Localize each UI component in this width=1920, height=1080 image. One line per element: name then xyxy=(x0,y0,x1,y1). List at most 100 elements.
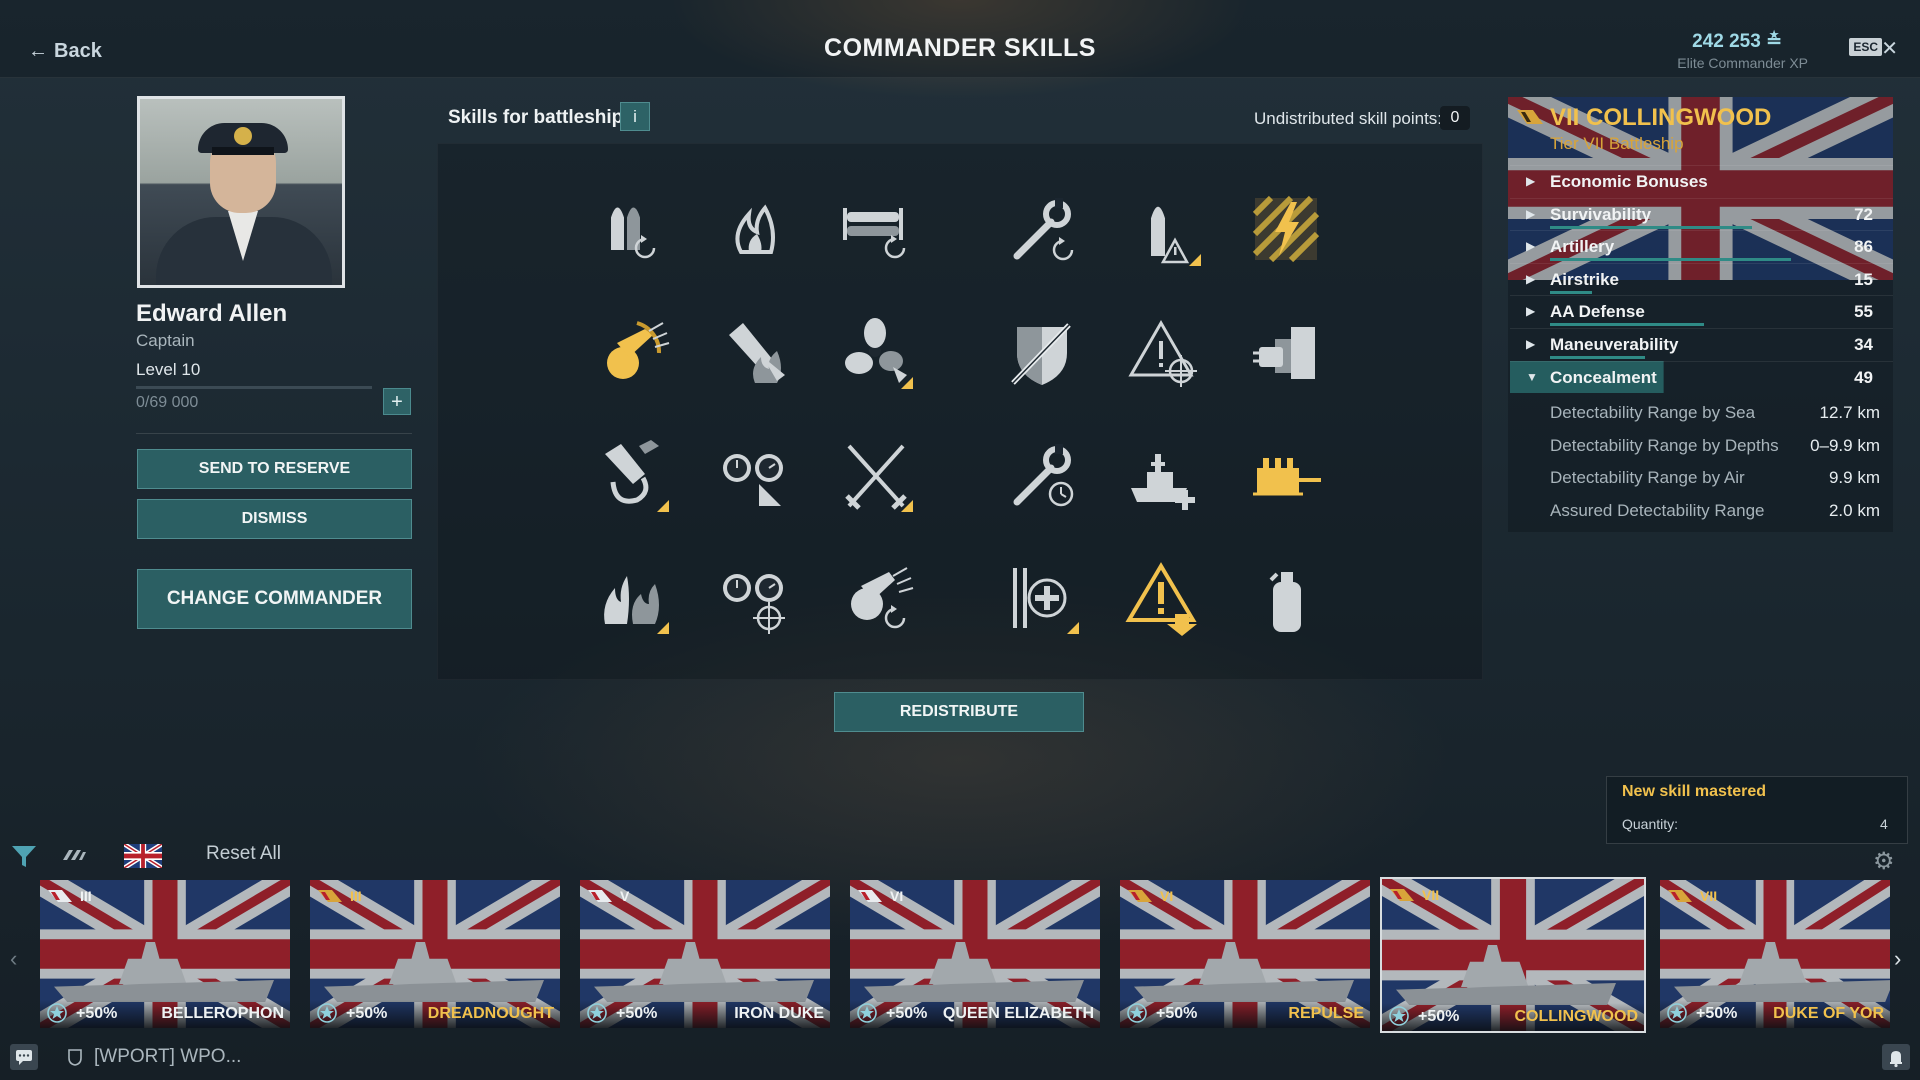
rank-emblem-icon xyxy=(48,890,72,902)
ship-tier: III xyxy=(350,888,362,904)
level-progress-bar xyxy=(136,386,372,389)
wrench-reload-icon[interactable] xyxy=(1003,190,1083,270)
fire-icon[interactable] xyxy=(715,190,795,270)
stat-label: AA Defense xyxy=(1550,302,1645,322)
star-badge-icon xyxy=(1389,1006,1409,1026)
battleship-plus-icon[interactable] xyxy=(1125,436,1205,516)
chat-button[interactable] xyxy=(10,1044,38,1070)
notifications-button[interactable] xyxy=(1882,1044,1910,1070)
reset-all-button[interactable]: Reset All xyxy=(206,843,281,865)
ship-card[interactable]: VII +50% COLLINGWOOD xyxy=(1380,877,1646,1033)
ship-card[interactable]: V +50% IRON DUKE xyxy=(580,880,830,1028)
stat-value: 55 xyxy=(1854,302,1873,322)
ship-card[interactable]: VI +50% QUEEN ELIZABETH xyxy=(850,880,1100,1028)
premium-emblem-icon xyxy=(1668,890,1692,902)
dismiss-button[interactable]: DISMISS xyxy=(137,499,412,539)
ship-tier: VI xyxy=(890,888,904,904)
gauges-crosshair-icon[interactable] xyxy=(715,558,795,638)
ship-card-name: IRON DUKE xyxy=(734,1005,824,1022)
ship-card[interactable]: III +50% BELLEROPHON xyxy=(40,880,290,1028)
fire-split-icon[interactable] xyxy=(593,558,673,638)
ship-card-name: COLLINGWOOD xyxy=(1514,1008,1638,1025)
stat-row-maneuverability[interactable]: ▶ Maneuverability 34 xyxy=(1510,328,1893,360)
detail-value: 12.7 km xyxy=(1819,403,1880,422)
clan-chat-tab[interactable]: [WPORT] WPO... xyxy=(94,1046,241,1068)
ship-card[interactable]: III +50% DREADNOUGHT xyxy=(310,880,560,1028)
propeller-icon[interactable] xyxy=(837,313,917,393)
xp-bonus: +50% xyxy=(1418,1008,1460,1025)
star-badge-icon xyxy=(1127,1003,1147,1023)
elite-xp-label: Elite Commander XP xyxy=(1677,55,1808,71)
gauges-icon[interactable] xyxy=(715,436,795,516)
level-xp-text: 0/69 000 xyxy=(136,394,199,411)
ship-card-name: QUEEN ELIZABETH xyxy=(942,1005,1094,1022)
detail-label: Assured Detectability Range xyxy=(1550,500,1765,520)
stat-label: Economic Bonuses xyxy=(1550,172,1708,191)
uk-nation-filter-icon[interactable] xyxy=(124,844,162,868)
ship-card[interactable]: VI +50% REPULSE xyxy=(1120,880,1370,1028)
detail-row: Detectability Range by Depths 0–9.9 km xyxy=(1550,436,1880,460)
ship-card-name: DREADNOUGHT xyxy=(427,1005,554,1022)
ship-card[interactable]: VII +50% DUKE OF YOR xyxy=(1660,880,1890,1028)
detail-row: Assured Detectability Range 2.0 km xyxy=(1550,501,1880,525)
star-badge-icon xyxy=(1667,1003,1687,1023)
secondary-guns-icon[interactable] xyxy=(1247,313,1327,393)
lightning-hazard-icon[interactable] xyxy=(1247,190,1327,270)
star-badge-icon xyxy=(587,1003,607,1023)
shell-spiral-icon[interactable] xyxy=(593,436,673,516)
shell-splash-reload-icon[interactable] xyxy=(837,558,917,638)
premium-emblem-icon xyxy=(1390,889,1414,901)
undistributed-points-value: 0 xyxy=(1440,106,1470,130)
undistributed-points-label: Undistributed skill points: xyxy=(1254,109,1443,128)
change-commander-button[interactable]: CHANGE COMMANDER xyxy=(137,569,412,629)
shell-warning-icon[interactable] xyxy=(1125,190,1205,270)
extinguisher-icon[interactable] xyxy=(1247,558,1327,638)
warning-down-icon[interactable] xyxy=(1125,558,1205,638)
aa-guns-icon[interactable] xyxy=(1247,436,1327,516)
clan-shield-icon xyxy=(68,1049,82,1066)
send-to-reserve-button[interactable]: SEND TO RESERVE xyxy=(137,449,412,489)
redistribute-button[interactable]: REDISTRIBUTE xyxy=(834,692,1084,732)
stat-row-airstrike[interactable]: ▶ Airstrike 15 xyxy=(1510,262,1893,295)
carousel-right-arrow-icon[interactable]: › xyxy=(1894,946,1901,972)
esc-key-hint: ESC xyxy=(1849,38,1882,56)
premium-filter-icon[interactable] xyxy=(61,846,87,864)
stat-label: Concealment xyxy=(1550,367,1657,387)
ship-type: Tier VII Battleship xyxy=(1550,134,1684,153)
ship-tier: V xyxy=(620,888,630,904)
stat-bar xyxy=(1550,290,1592,294)
expand-right-icon: ▶ xyxy=(1526,239,1536,254)
detail-label: Detectability Range by Air xyxy=(1550,468,1745,488)
warning-crosshair-icon[interactable] xyxy=(1125,313,1205,393)
xp-bonus: +50% xyxy=(1156,1005,1198,1022)
filter-icon[interactable] xyxy=(10,842,38,870)
shells-reload-icon[interactable] xyxy=(593,190,673,270)
add-xp-button[interactable]: + xyxy=(383,388,411,415)
stat-row-economic-bonuses[interactable]: ▶ Economic Bonuses xyxy=(1510,165,1893,197)
rank-emblem-icon xyxy=(858,890,882,902)
gear-icon[interactable]: ⚙ xyxy=(1873,847,1895,876)
commander-level: Level 10 xyxy=(136,360,201,379)
page-title: COMMANDER SKILLS xyxy=(824,34,1096,62)
xp-bonus: +50% xyxy=(1696,1005,1738,1022)
carousel-left-arrow-icon[interactable]: ‹ xyxy=(10,946,17,972)
detail-value: 9.9 km xyxy=(1828,468,1880,488)
wrench-timer-icon[interactable] xyxy=(1003,436,1083,516)
premium-emblem-icon xyxy=(1128,890,1152,902)
shield-sword-icon[interactable] xyxy=(1003,313,1083,393)
torpedo-reload-icon[interactable] xyxy=(837,190,917,270)
close-icon[interactable]: ✕ xyxy=(1881,36,1898,61)
stat-row-survivability[interactable]: ▶ Survivability 72 xyxy=(1510,197,1893,230)
star-badge-icon xyxy=(857,1003,877,1023)
xp-bonus: +50% xyxy=(76,1005,118,1022)
expand-right-icon: ▶ xyxy=(1526,174,1536,188)
crossed-swords-icon[interactable] xyxy=(837,436,917,516)
detail-value: 2.0 km xyxy=(1828,500,1880,520)
stat-row-concealment[interactable]: ▼ Concealment 49 xyxy=(1510,360,1893,393)
info-button[interactable]: i xyxy=(620,102,650,131)
shell-burst-icon[interactable] xyxy=(593,313,673,393)
repair-plus-icon[interactable] xyxy=(1003,558,1083,638)
stat-row-artillery[interactable]: ▶ Artillery 86 xyxy=(1510,230,1893,262)
stat-row-aa-defense[interactable]: ▶ AA Defense 55 xyxy=(1510,295,1893,327)
shell-fire-icon[interactable] xyxy=(715,313,795,393)
